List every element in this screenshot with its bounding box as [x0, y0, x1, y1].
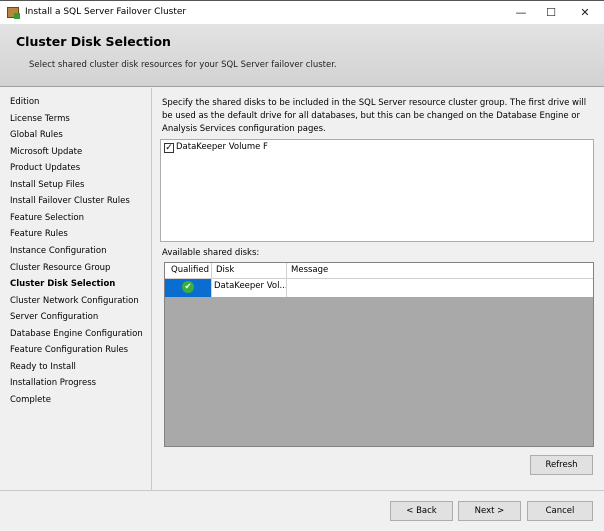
disk-checkbox[interactable]: ✓ [164, 143, 174, 153]
disk-label: DataKeeper Volume F [176, 142, 268, 152]
instructions-text: Specify the shared disks to be included … [162, 98, 587, 134]
nav-step[interactable]: Feature Rules [10, 229, 68, 239]
disk-cell[interactable]: DataKeeper Vol... [214, 281, 288, 291]
footer-divider [0, 490, 604, 491]
maximize-button[interactable]: ☐ [536, 4, 566, 22]
title-bar: Install a SQL Server Failover Cluster — … [0, 0, 604, 24]
table-row[interactable]: ✔ DataKeeper Vol... [165, 279, 593, 297]
grid-header: Qualified Disk Message [165, 263, 593, 279]
nav-step[interactable]: Edition [10, 97, 39, 107]
setup-app-icon [7, 7, 20, 19]
page-title: Cluster Disk Selection [16, 34, 171, 49]
nav-step[interactable]: Microsoft Update [10, 147, 82, 157]
nav-step[interactable]: Server Configuration [10, 312, 98, 322]
qualified-cell[interactable]: ✔ [165, 279, 211, 297]
cancel-button[interactable]: Cancel [527, 501, 593, 521]
nav-step[interactable]: Cluster Resource Group [10, 263, 110, 273]
minimize-button[interactable]: — [506, 4, 536, 22]
page-header: Cluster Disk Selection Select shared clu… [0, 24, 604, 87]
next-button[interactable]: Next > [458, 501, 521, 521]
nav-step[interactable]: Cluster Disk Selection [10, 279, 115, 289]
nav-step[interactable]: Product Updates [10, 163, 80, 173]
nav-step[interactable]: Feature Selection [10, 213, 84, 223]
available-disks-label: Available shared disks: [162, 248, 260, 258]
nav-step[interactable]: Instance Configuration [10, 246, 107, 256]
window-title: Install a SQL Server Failover Cluster [25, 7, 187, 17]
column-message[interactable]: Message [291, 265, 328, 275]
back-button[interactable]: < Back [390, 501, 453, 521]
nav-step[interactable]: Ready to Install [10, 362, 76, 372]
nav-step[interactable]: License Terms [10, 114, 70, 124]
check-icon: ✔ [182, 281, 194, 293]
nav-step[interactable]: Install Failover Cluster Rules [10, 196, 130, 206]
column-disk[interactable]: Disk [216, 265, 234, 275]
column-qualified[interactable]: Qualified [171, 265, 209, 275]
available-disks-grid: Qualified Disk Message ✔ DataKeeper Vol.… [164, 262, 594, 447]
nav-step[interactable]: Installation Progress [10, 378, 96, 388]
nav-step[interactable]: Install Setup Files [10, 180, 84, 190]
nav-step[interactable]: Global Rules [10, 130, 63, 140]
close-button[interactable]: ✕ [570, 4, 600, 22]
page-subtitle: Select shared cluster disk resources for… [29, 60, 337, 70]
nav-step[interactable]: Database Engine Configuration [10, 329, 143, 339]
nav-step[interactable]: Complete [10, 395, 51, 405]
nav-step[interactable]: Feature Configuration Rules [10, 345, 128, 355]
wizard-steps-nav: Edition License Terms Global Rules Microsof… [0, 88, 152, 491]
nav-step[interactable]: Cluster Network Configuration [10, 296, 139, 306]
refresh-button[interactable]: Refresh [530, 455, 593, 475]
shared-disk-list[interactable]: ✓ DataKeeper Volume F [160, 139, 594, 242]
